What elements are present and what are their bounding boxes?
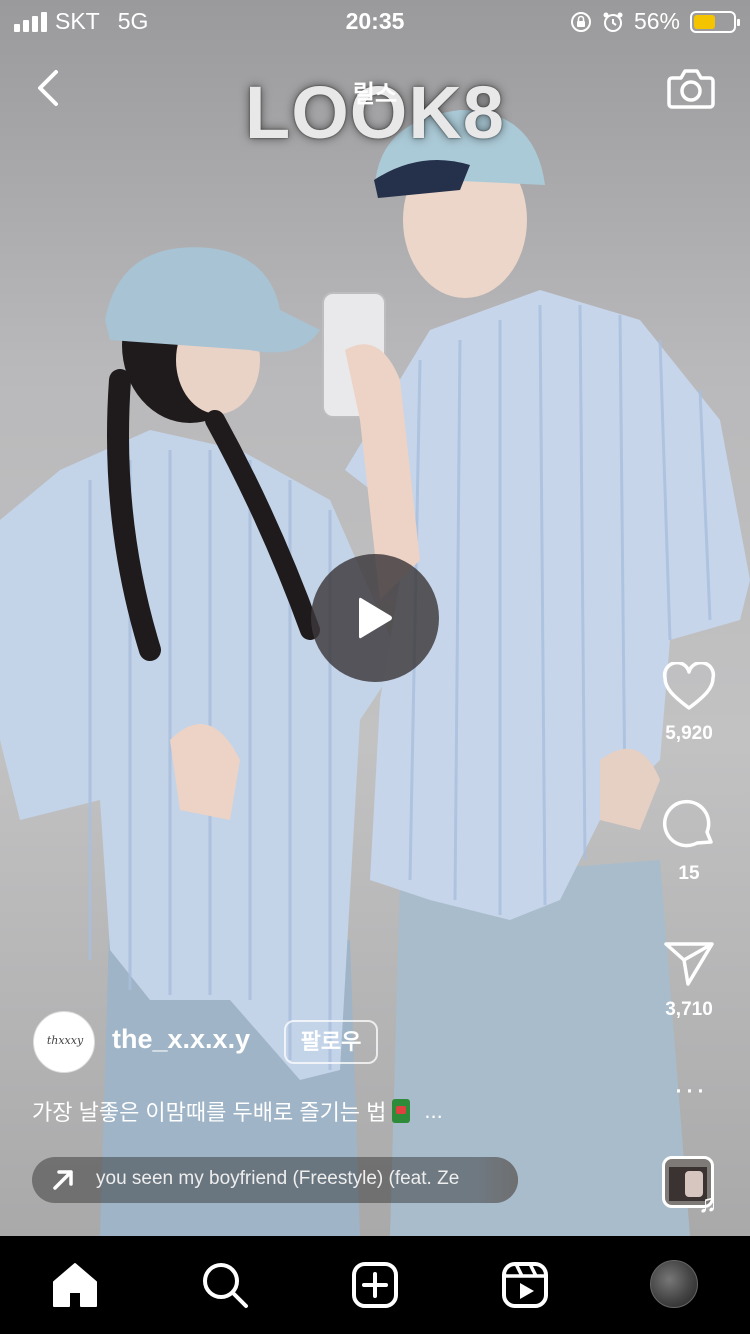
audio-track-fade: [478, 1157, 518, 1203]
music-note-icon: ♫: [698, 1188, 718, 1218]
status-bar: SKT 5G 20:35 56%: [0, 0, 750, 40]
heart-icon: [662, 660, 716, 710]
caption[interactable]: 가장 날좋은 이맘때를 두배로 즐기는 법 ...: [32, 1095, 443, 1127]
status-right: 56%: [570, 8, 740, 35]
play-button[interactable]: [311, 554, 439, 682]
like-action[interactable]: 5,920: [648, 660, 730, 745]
comment-action[interactable]: 15: [648, 796, 730, 885]
username[interactable]: the_x.x.x.y: [112, 1024, 250, 1055]
reels-icon[interactable]: [500, 1260, 550, 1310]
add-icon[interactable]: [350, 1260, 400, 1310]
bottom-tab-bar: [0, 1236, 750, 1334]
battery-percent: 56%: [633, 8, 680, 34]
share-count: 3,710: [665, 999, 713, 1020]
follow-button[interactable]: 팔로우: [284, 1020, 378, 1064]
comment-icon: [662, 799, 713, 848]
battery-level: [694, 14, 716, 29]
orientation-lock-icon: [570, 11, 591, 32]
play-icon: [359, 597, 392, 639]
camera-icon[interactable]: [666, 64, 716, 112]
caption-more[interactable]: ...: [424, 1098, 442, 1124]
more-options-button[interactable]: ···: [668, 1075, 712, 1108]
audio-track-title: you seen my boyfriend (Freestyle) (feat.…: [96, 1168, 460, 1189]
audio-track-pill[interactable]: you seen my boyfriend (Freestyle) (feat.…: [32, 1157, 518, 1203]
profile-avatar[interactable]: [650, 1260, 698, 1308]
like-count: 5,920: [665, 723, 713, 744]
search-icon[interactable]: [200, 1260, 250, 1310]
battery-icon: [690, 10, 740, 33]
avatar-logo-text: thxxxy: [46, 1034, 84, 1047]
send-icon: [664, 942, 714, 986]
avatar[interactable]: thxxxy: [33, 1011, 95, 1073]
caption-text: 가장 날좋은 이맘때를 두배로 즐기는 법: [32, 1100, 387, 1125]
alarm-icon: [603, 12, 623, 32]
comment-count: 15: [678, 863, 700, 884]
arrow-up-right-icon: [53, 1170, 73, 1190]
home-icon[interactable]: [50, 1260, 100, 1310]
share-action[interactable]: 3,710: [648, 938, 730, 1021]
page-title: 릴스: [352, 81, 398, 108]
drink-emoji-icon: [392, 1099, 411, 1123]
